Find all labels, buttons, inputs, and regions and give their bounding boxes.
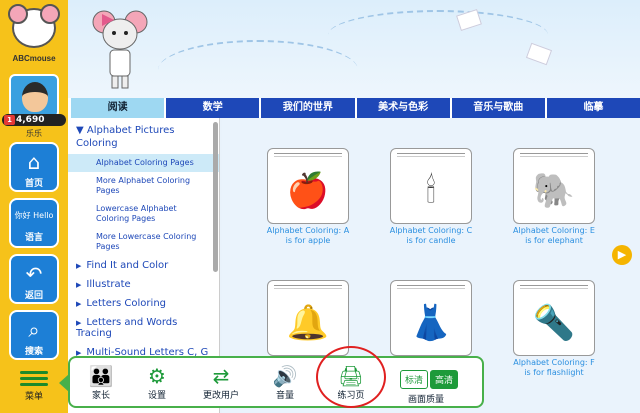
list-item[interactable]: Alphabet Coloring Pages [68,154,219,172]
category-item[interactable]: Find It and Color [68,256,219,275]
settings-button[interactable]: ⚙ 设置 [132,364,182,401]
logo-text: ABCmouse [12,54,56,63]
category-item[interactable]: Letters and Words Tracing [68,313,219,343]
points-badge: 1 [4,115,15,125]
flashlight-icon: 🔦 [532,303,576,343]
search-icon: ⌕ [28,318,40,342]
quality-sd-option[interactable]: 标清 [400,370,429,389]
quality-label: 画面质量 [408,395,445,405]
child-avatar-icon [22,82,48,112]
speech-bubble-icon: 你好 Hello [11,204,57,222]
left-sidebar: ABCmouse 1 4,690 乐乐 ⌂ 首页 你好 Hello 语言 ↶ 返… [0,0,68,413]
list-item[interactable]: More Alphabet Coloring Pages [68,172,219,200]
quality-hd-option[interactable]: 高清 [430,370,459,389]
list-scrollbar[interactable] [213,122,218,272]
tab-art-colors[interactable]: 美术与色彩 [356,98,450,118]
tab-music-songs[interactable]: 音乐与歌曲 [451,98,545,118]
language-button[interactable]: 你好 Hello 语言 [9,198,59,248]
quality-toggle: 标清 高清 [400,370,459,389]
points-value: 4,690 [16,115,45,125]
dashed-path [158,40,358,98]
avatar[interactable] [9,74,59,118]
worksheet-caption[interactable]: Alphabet Coloring: C is for candle [389,226,473,246]
tab-math[interactable]: 数学 [166,98,260,118]
parents-button[interactable]: 👪 家长 [76,364,126,401]
apple-icon: 🍎 [286,171,330,211]
dress-icon: 👗 [409,303,453,343]
category-item[interactable]: Illustrate [68,275,219,294]
back-button[interactable]: ↶ 返回 [9,254,59,304]
open-category-label: Alphabet Pictures Coloring [76,125,175,149]
volume-button[interactable]: 🔊 音量 [260,364,310,401]
next-page-arrow-icon[interactable]: ▶ [612,245,632,265]
search-label: 搜索 [24,347,43,357]
worksheet-caption[interactable]: Alphabet Coloring: A is for apple [266,226,350,246]
user-name: 乐乐 [26,129,42,138]
volume-icon: 🔊 [272,364,298,388]
points-counter: 1 4,690 [2,114,66,126]
highlight-circle [316,346,386,408]
mouse-logo-icon [8,4,60,48]
flying-paper-icon [525,42,553,66]
menu-label: 菜单 [24,392,43,402]
subject-tabs: 阅读 数学 我们的世界 美术与色彩 音乐与歌曲 临摹 [68,98,640,118]
abcmouse-logo[interactable]: ABCmouse [6,2,62,68]
home-label: 首页 [24,179,43,189]
volume-label: 音量 [275,391,294,401]
worksheet-caption[interactable]: Alphabet Coloring: E is for elephant [512,226,596,246]
tab-tracing[interactable]: 临摹 [546,98,640,118]
speech-bubble-left-text: 你好 [14,211,31,220]
worksheet-card[interactable]: 🕯 Alphabet Coloring: C is for candle [389,148,473,266]
worksheet-card[interactable]: 🍎 Alphabet Coloring: A is for apple [266,148,350,266]
list-item[interactable]: More Lowercase Coloring Pages [68,228,219,256]
tab-reading[interactable]: 阅读 [71,98,165,118]
header-banner [68,0,640,98]
worksheet-card[interactable]: 🔦 Alphabet Coloring: F is for flashlight [512,280,596,398]
back-label: 返回 [24,291,43,301]
settings-label: 设置 [147,391,166,401]
switch-user-label: 更改用户 [202,391,239,401]
dashed-path [328,10,548,60]
language-label: 语言 [24,233,43,243]
bell-icon: 🔔 [286,303,330,343]
category-item[interactable]: Letters Coloring [68,294,219,313]
menu-button[interactable]: 菜单 [16,368,52,402]
hamburger-icon [16,371,52,386]
gear-icon: ⚙ [148,364,166,388]
home-icon: ⌂ [27,150,41,174]
bottom-toolbar: 👪 家长 ⚙ 设置 ⇄ 更改用户 🔊 音量 🖨 练习页 标清 高清 画面质量 [59,356,484,408]
switch-user-button[interactable]: ⇄ 更改用户 [196,364,246,401]
mouse-mascot-icon [92,10,148,89]
worksheet-card[interactable]: 🐘 Alphabet Coloring: E is for elephant [512,148,596,266]
back-arrow-icon: ↶ [25,262,43,286]
tab-our-world[interactable]: 我们的世界 [261,98,355,118]
home-button[interactable]: ⌂ 首页 [9,142,59,192]
search-button[interactable]: ⌕ 搜索 [9,310,59,360]
parents-label: 家长 [91,391,110,401]
worksheet-caption[interactable]: Alphabet Coloring: F is for flashlight [512,358,596,378]
candle-icon: 🕯 [426,171,436,211]
open-category[interactable]: ▼ Alphabet Pictures Coloring [68,118,219,154]
switch-user-icon: ⇄ [212,364,230,388]
list-item[interactable]: Lowercase Alphabet Coloring Pages [68,200,219,228]
elephant-icon: 🐘 [532,171,576,211]
speech-bubble-right-text: Hello [33,211,54,220]
parents-icon: 👪 [88,364,114,388]
